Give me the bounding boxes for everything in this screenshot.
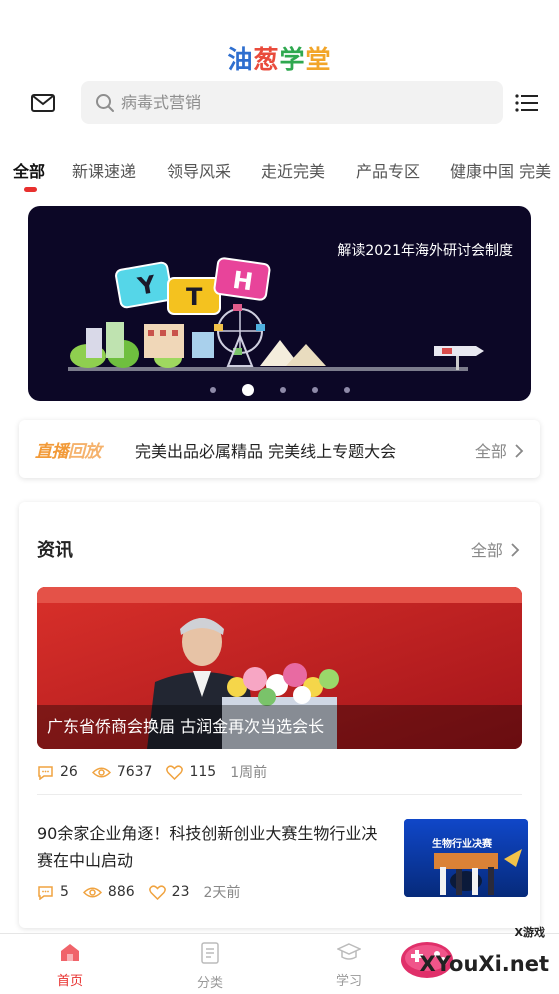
logo-char: 堂 xyxy=(305,45,332,74)
comment-icon xyxy=(38,765,53,780)
like-count-value: 115 xyxy=(189,764,217,780)
logo-char: 学 xyxy=(279,45,306,74)
chevron-right-icon xyxy=(511,543,520,557)
tab-about[interactable]: 走近完美 xyxy=(261,158,325,182)
live-replay-title[interactable]: 完美出品必属精品 完美线上专题大会 xyxy=(135,438,396,462)
news-divider xyxy=(37,794,522,795)
search-bar[interactable] xyxy=(81,81,503,124)
tab-leaders[interactable]: 领导风采 xyxy=(167,158,231,182)
mail-icon xyxy=(31,94,55,112)
tab-products[interactable]: 产品专区 xyxy=(356,158,420,182)
featured-news-stats: 26 7637 115 1周前 xyxy=(37,762,281,782)
eye-icon xyxy=(91,767,111,777)
nav-home[interactable]: 首页 xyxy=(30,942,110,989)
news-thumbnail-photo xyxy=(404,819,528,897)
carousel-dot[interactable] xyxy=(311,386,318,393)
news-item-title[interactable]: 90余家企业角逐！科技创新创业大赛生物行业决赛在中山启动 xyxy=(37,820,382,874)
comment-count: 26 xyxy=(37,764,78,780)
view-count-value: 7637 xyxy=(116,764,153,780)
watermark-text: XYouXi.net xyxy=(419,952,549,976)
eye-icon xyxy=(82,887,102,897)
carousel-dot[interactable] xyxy=(279,386,286,393)
menu-button[interactable] xyxy=(515,93,541,115)
like-count-value: 23 xyxy=(171,884,190,900)
logo-char: 油 xyxy=(227,45,254,74)
publish-time: 1周前 xyxy=(230,765,268,781)
news-more-label: 全部 xyxy=(470,541,503,560)
carousel-dot[interactable] xyxy=(209,386,216,393)
logo-char: 葱 xyxy=(253,45,280,74)
comment-count-value: 5 xyxy=(60,884,69,900)
live-replay-card[interactable]: 直播回放 完美出品必属精品 完美线上专题大会 全部 xyxy=(19,420,540,478)
live-replay-logo: 直播回放 xyxy=(35,437,102,462)
tab-new-courses[interactable]: 新课速递 xyxy=(72,158,136,182)
tab-health-china[interactable]: 健康中国 完美 xyxy=(450,158,551,182)
publish-time: 2天前 xyxy=(203,885,241,901)
live-more-link[interactable]: 全部 xyxy=(475,438,524,462)
featured-news-image[interactable]: 广东省侨商会换届 古润金再次当选会长 xyxy=(37,587,522,749)
comment-count-value: 26 xyxy=(60,764,78,780)
carousel-dots xyxy=(28,379,531,396)
news-heading: 资讯 xyxy=(37,540,73,561)
banner-carousel[interactable]: Y T H 解读2021年海外研讨会制度 xyxy=(28,206,531,401)
mail-button[interactable] xyxy=(29,91,57,115)
banner-caption: 解读2021年海外研讨会制度 xyxy=(337,243,513,259)
search-input[interactable] xyxy=(121,93,481,112)
category-icon xyxy=(201,942,219,964)
news-section: 资讯 全部 广东省侨商会换届 古润金再次当选会长 26 7637 115 1周前… xyxy=(19,502,540,928)
like-count[interactable]: 23 xyxy=(148,884,190,900)
news-more-link[interactable]: 全部 xyxy=(471,537,520,561)
featured-news-title[interactable]: 广东省侨商会换届 古润金再次当选会长 xyxy=(47,713,324,737)
like-count[interactable]: 115 xyxy=(166,764,216,780)
app-logo: 油葱学堂 xyxy=(0,40,559,76)
banner-letter-t: T xyxy=(186,283,203,311)
thumbnail-caption: 生物行业决赛 xyxy=(432,839,492,850)
nav-category-label: 分类 xyxy=(196,976,223,991)
view-count-value: 886 xyxy=(107,884,135,900)
watermark: X游戏 XYouXi.net xyxy=(385,922,555,988)
home-icon xyxy=(61,944,79,961)
search-icon xyxy=(96,93,114,112)
nav-study-label: 学习 xyxy=(335,974,362,989)
heart-icon xyxy=(148,884,166,900)
live-logo-part2: 回放 xyxy=(68,442,102,462)
view-count: 886 xyxy=(82,884,135,900)
carousel-dot-active[interactable] xyxy=(241,383,254,396)
banner-letter-h: H xyxy=(231,266,255,297)
category-tabs: 全部 新课速递 领导风采 走近完美 产品专区 健康中国 完美 xyxy=(0,156,559,196)
tab-all[interactable]: 全部 xyxy=(13,158,45,182)
live-more-label: 全部 xyxy=(474,442,507,461)
active-tab-indicator xyxy=(24,187,37,192)
top-bar xyxy=(0,80,559,126)
nav-home-label: 首页 xyxy=(56,974,83,989)
live-logo-part1: 直播 xyxy=(35,442,69,462)
menu-icon xyxy=(515,94,538,112)
carousel-dot[interactable] xyxy=(343,386,350,393)
comment-icon xyxy=(38,885,53,900)
view-count: 7637 xyxy=(91,764,153,780)
heart-icon xyxy=(166,764,184,780)
nav-category[interactable]: 分类 xyxy=(170,942,250,991)
news-item-stats: 5 886 23 2天前 xyxy=(37,882,254,902)
watermark-small-text: X游戏 xyxy=(514,926,545,939)
news-item-thumbnail[interactable]: 生物行业决赛 xyxy=(404,819,528,897)
comment-count: 5 xyxy=(37,884,69,900)
study-icon xyxy=(336,943,362,960)
nav-study[interactable]: 学习 xyxy=(309,942,389,989)
chevron-right-icon xyxy=(515,444,524,458)
banner-illustration: Y T H xyxy=(68,257,484,371)
